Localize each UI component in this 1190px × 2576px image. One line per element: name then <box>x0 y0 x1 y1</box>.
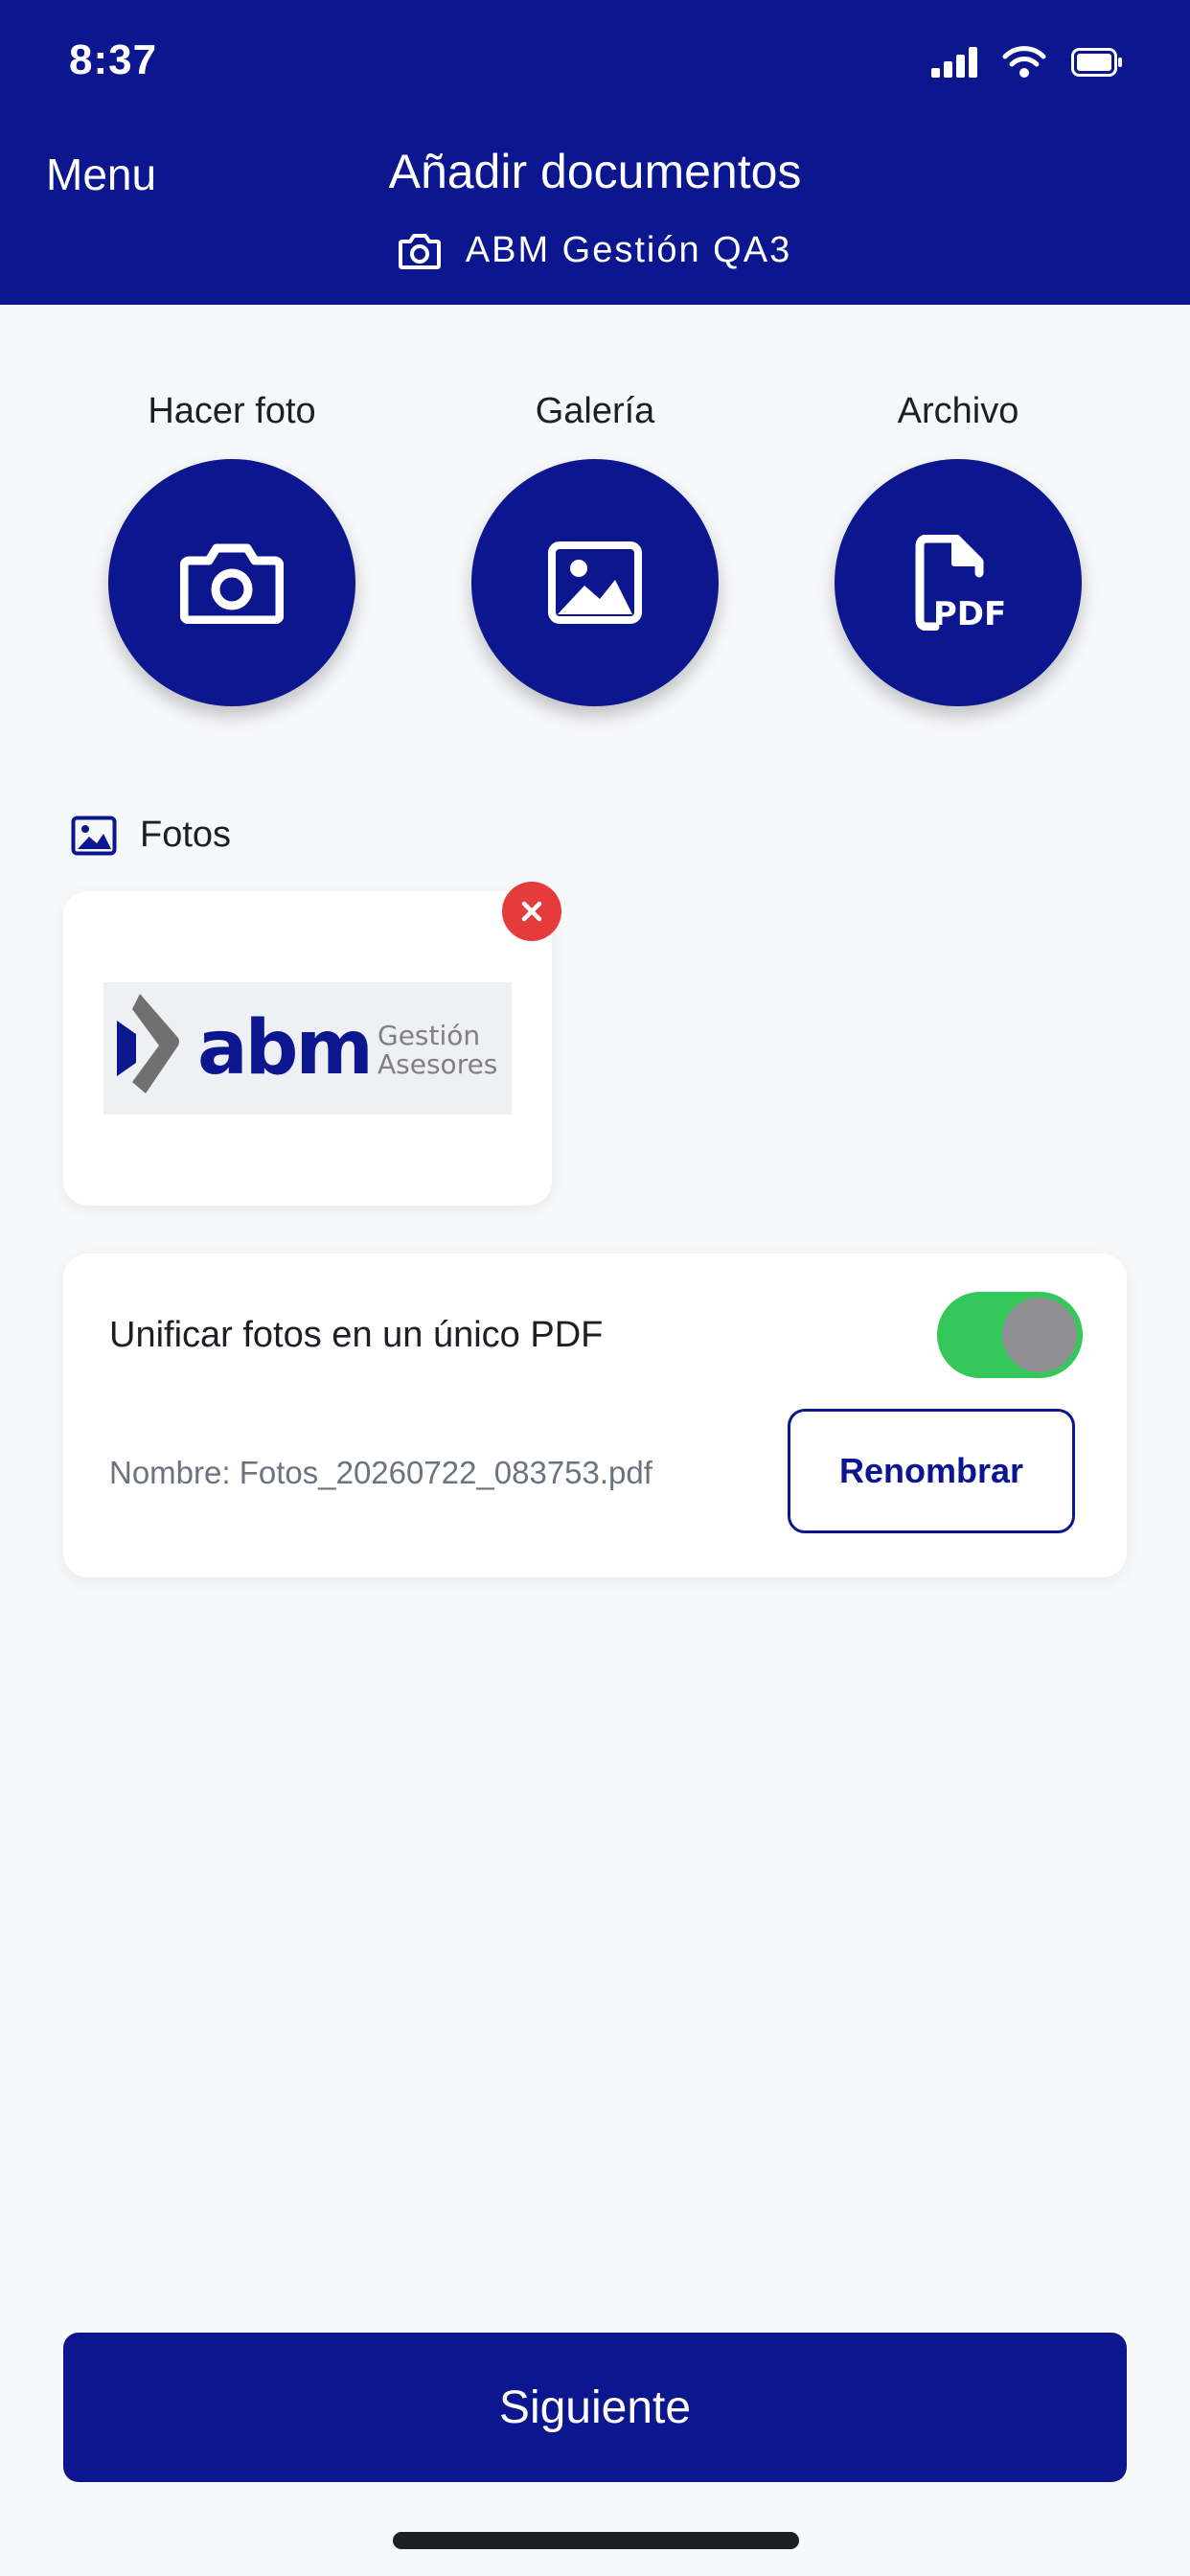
wifi-icon <box>1002 46 1046 78</box>
abm-logo: abm Gestión Asesores <box>117 994 497 1093</box>
logo-line2: Asesores <box>378 1048 497 1080</box>
image-icon <box>71 816 117 855</box>
cellular-signal-icon <box>931 47 977 78</box>
svg-text:PDF: PDF <box>933 595 1006 631</box>
logo-line1: Gestión <box>378 1020 480 1051</box>
rename-button[interactable]: Renombrar <box>788 1409 1075 1533</box>
file-label: Archivo <box>897 391 1019 431</box>
photos-section-header: Fotos <box>71 815 231 856</box>
file-action: Archivo PDF <box>834 391 1083 706</box>
unify-pdf-card: Unificar fotos en un único PDF Nombre: F… <box>63 1254 1127 1577</box>
logo-wordmark: abm <box>197 1005 371 1092</box>
photo-thumbnail: abm Gestión Asesores <box>103 982 512 1115</box>
gallery-label: Galería <box>535 391 655 431</box>
gallery-action: Galería <box>470 391 720 706</box>
toggle-knob <box>1002 1298 1077 1372</box>
file-button[interactable]: PDF <box>835 459 1082 706</box>
camera-icon <box>180 543 284 624</box>
gallery-button[interactable] <box>471 459 719 706</box>
unify-pdf-toggle[interactable] <box>937 1292 1083 1378</box>
image-icon <box>548 541 642 624</box>
unify-pdf-label: Unificar fotos en un único PDF <box>109 1315 604 1355</box>
close-icon <box>521 901 542 922</box>
photos-section-title: Fotos <box>140 815 232 855</box>
page-title: Añadir documentos <box>388 145 802 198</box>
remove-photo-button[interactable] <box>502 882 561 941</box>
home-indicator <box>393 2532 799 2549</box>
subtitle-row: ABM Gestión QA3 <box>0 230 1190 271</box>
camera-icon <box>398 233 441 269</box>
take-photo-label: Hacer foto <box>148 391 316 431</box>
pdf-filename: Nombre: Fotos_20260722_083753.pdf <box>109 1455 652 1490</box>
photo-thumbnail-card[interactable]: abm Gestión Asesores <box>63 891 552 1206</box>
status-icons <box>931 46 1123 79</box>
status-time: 8:37 <box>69 36 158 83</box>
header: 8:37 Menu Añadir documentos ABM Gestión … <box>0 0 1190 305</box>
take-photo-action: Hacer foto <box>107 391 356 706</box>
take-photo-button[interactable] <box>108 459 355 706</box>
battery-icon <box>1071 48 1122 77</box>
company-name: ABM Gestión QA3 <box>465 230 792 270</box>
next-button[interactable]: Siguiente <box>63 2333 1127 2482</box>
pdf-file-icon: PDF <box>915 535 1006 631</box>
